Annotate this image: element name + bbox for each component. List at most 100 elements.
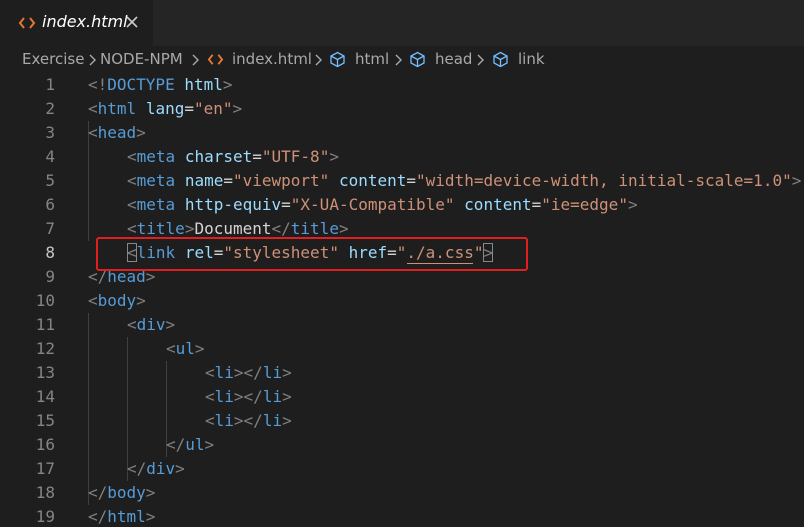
code-line[interactable]: 11 <div> [0, 313, 804, 337]
code-token: charset [184, 147, 253, 166]
element-cube-icon [330, 51, 345, 68]
element-cube-icon [493, 51, 508, 68]
code-token: title [136, 219, 185, 238]
code-token: meta [136, 195, 185, 214]
code-token: = [387, 243, 397, 262]
breadcrumb-item-node-npm[interactable]: NODE-NPM [100, 50, 183, 68]
code-line[interactable]: 15 <li></li> [0, 409, 804, 433]
code-token: > [791, 171, 802, 190]
html-file-icon [18, 17, 36, 29]
code-token: </ [88, 267, 108, 286]
code-line[interactable]: 18 </body> [0, 481, 804, 505]
code-token: "ie=edge" [541, 195, 628, 214]
code-token: html [184, 75, 223, 94]
breadcrumb: Exercise NODE-NPM index.html html head l… [0, 46, 804, 73]
code-token: rel [184, 243, 214, 262]
code-token: > [282, 387, 292, 406]
code-token: html [107, 507, 146, 526]
tab-bar: index.html [0, 0, 804, 46]
code-line[interactable]: 9 </head> [0, 265, 804, 289]
line-number: 4 [45, 147, 55, 166]
line-number: 8 [45, 243, 55, 262]
code-line[interactable]: 1 <!DOCTYPE html> [0, 73, 804, 97]
code-line[interactable]: 7 <title>Document</title> [0, 217, 804, 241]
code-token: li [262, 363, 283, 382]
code-token: li [262, 411, 283, 430]
code-token: body [107, 483, 146, 502]
code-line[interactable]: 14 <li></li> [0, 385, 804, 409]
code-token: name [184, 171, 224, 190]
line-number: 2 [45, 99, 55, 118]
code-line[interactable]: 19 </html> [0, 505, 804, 527]
code-token: div [136, 315, 166, 334]
code-token: "X-UA-Compatible" [290, 195, 465, 214]
code-token: > [204, 435, 215, 454]
code-text: <li></li> [205, 385, 292, 409]
line-number: 9 [45, 267, 55, 286]
code-line[interactable]: 12 <ul> [0, 337, 804, 361]
code-token: body [97, 291, 137, 310]
code-line[interactable]: 2 <html lang="en"> [0, 97, 804, 121]
code-token: meta [136, 147, 185, 166]
code-token: > [136, 291, 146, 310]
code-token: li [262, 387, 283, 406]
code-token: </ [166, 435, 186, 454]
code-line[interactable]: 16 </ul> [0, 433, 804, 457]
code-token: < [127, 219, 137, 238]
code-text: </html> [88, 505, 155, 527]
code-text: <meta charset="UTF-8"> [127, 145, 339, 169]
code-token: content [464, 195, 532, 214]
line-number: 10 [35, 291, 55, 310]
line-number: 17 [35, 459, 55, 478]
code-line[interactable]: 8 <link rel="stylesheet" href="./a.css"> [0, 241, 804, 265]
code-token: ></ [233, 387, 263, 406]
code-line[interactable]: 17 </div> [0, 457, 804, 481]
code-token: > [194, 339, 205, 358]
chevron-right-icon [395, 54, 402, 66]
chevron-right-icon [192, 54, 199, 66]
code-token: = [213, 243, 224, 262]
code-text: </body> [88, 481, 155, 505]
code-token: "viewport" [232, 171, 339, 190]
code-editor[interactable]: 1 <!DOCTYPE html> 2 <html lang="en"> 3 < head >… [0, 73, 804, 527]
code-line[interactable]: 13 <li></li> [0, 361, 804, 385]
tab-index-html[interactable]: index.html [0, 0, 153, 46]
code-token: > [165, 315, 176, 334]
breadcrumb-item-link[interactable]: link [518, 50, 545, 68]
code-line[interactable]: 4 <meta charset="UTF-8"> [0, 145, 804, 169]
code-token: </ [88, 483, 108, 502]
code-token: < [88, 99, 98, 118]
line-number: 3 [45, 123, 55, 142]
code-line[interactable]: 6 <meta http-equiv="X-UA-Compatible" cont… [0, 193, 804, 217]
code-token: head [107, 267, 146, 286]
code-token: < [205, 411, 215, 430]
code-line[interactable]: 3 <head> [0, 121, 804, 145]
code-line[interactable]: 10 <body> [0, 289, 804, 313]
code-token: > [232, 99, 243, 118]
code-token: = [531, 195, 542, 214]
breadcrumb-item-exercise[interactable]: Exercise [22, 50, 84, 68]
code-text: <!DOCTYPE html> [88, 73, 233, 97]
code-token: < [88, 123, 98, 142]
code-token: = [252, 147, 262, 166]
code-text: <html lang="en"> [88, 97, 242, 121]
link-underline [406, 263, 474, 264]
close-icon[interactable] [122, 12, 142, 32]
breadcrumb-item-head[interactable]: head [435, 50, 472, 68]
breadcrumb-item-html[interactable]: html [355, 50, 389, 68]
breadcrumb-item-index-html[interactable]: index.html [232, 50, 312, 68]
element-cube-icon [410, 51, 425, 68]
code-text: </div> [127, 457, 185, 481]
code-token: </ [271, 219, 291, 238]
code-token: < [88, 291, 98, 310]
line-number: 6 [45, 195, 55, 214]
code-token: < [127, 171, 137, 190]
code-line[interactable]: 5 <meta name="viewport" content="width=de… [0, 169, 804, 193]
line-number: 18 [35, 483, 55, 502]
code-token: title [290, 219, 339, 238]
code-token: "en" [193, 99, 233, 118]
code-token: = [223, 171, 233, 190]
code-token: "./a.css" [396, 243, 484, 262]
code-text: <div> [127, 313, 175, 337]
code-text: <meta name="viewport" content="width=dev… [127, 169, 801, 193]
